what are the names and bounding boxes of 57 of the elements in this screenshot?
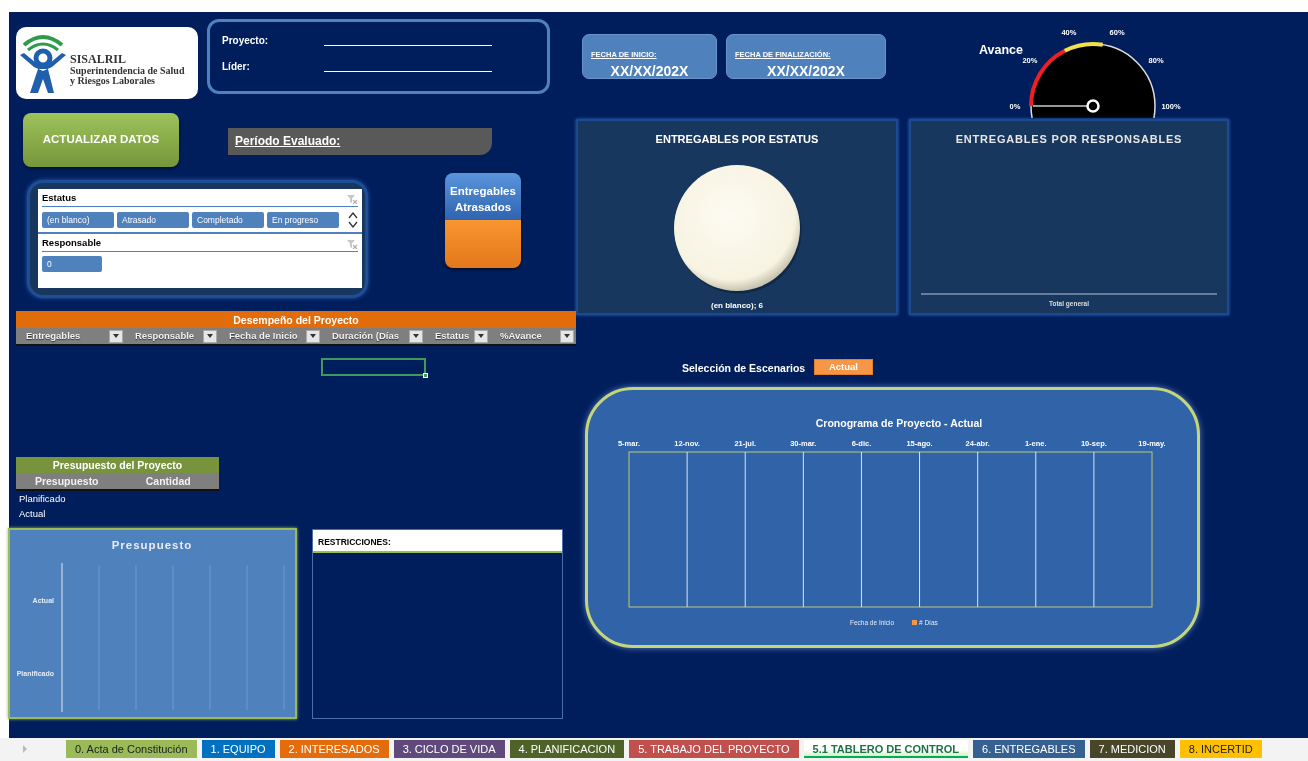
scroll-down-icon[interactable] bbox=[348, 220, 358, 229]
sheet-tab[interactable]: 1. EQUIPO bbox=[201, 740, 275, 758]
row-label: Actual bbox=[19, 507, 47, 521]
sheet-tab[interactable]: 7. MEDICION bbox=[1089, 740, 1175, 758]
date-value: XX/XX/202X bbox=[609, 64, 690, 80]
slicer-item[interactable]: Completado bbox=[192, 212, 264, 228]
column-header: Presupuesto bbox=[33, 474, 100, 489]
filter-dropdown-button[interactable] bbox=[203, 329, 217, 343]
slicer-item[interactable]: 0 bbox=[42, 256, 102, 272]
selected-cell[interactable] bbox=[321, 358, 426, 376]
filter-dropdown-button[interactable] bbox=[409, 329, 423, 343]
row-label: Planificado bbox=[19, 492, 67, 506]
sheet-tab[interactable]: 6. ENTREGABLES bbox=[973, 740, 1085, 758]
sheet-tab[interactable]: 4. PLANIFICACION bbox=[509, 740, 625, 758]
logo-text: Superintendencia de Salud bbox=[70, 65, 185, 77]
chart-title: ENTREGABLES POR RESPONSABLES bbox=[954, 132, 1184, 147]
chart-title: Cronograma de Proyecto - Actual bbox=[815, 417, 983, 429]
sheet-tab[interactable]: 8. INCERTID bbox=[1179, 740, 1262, 758]
data-label: (en blanco); 6 bbox=[711, 300, 763, 310]
column-header: Fecha de Inicio bbox=[228, 328, 298, 343]
slicer-title: Estatus bbox=[42, 191, 77, 206]
period-label: Período Evaluado: bbox=[235, 133, 341, 150]
update-data-button[interactable]: ACTUALIZAR DATOS bbox=[23, 113, 179, 167]
logo-text: y Riesgos Laborales bbox=[70, 76, 156, 87]
field-label: Líder: bbox=[222, 60, 251, 74]
slicer-item[interactable]: Atrasado bbox=[117, 212, 189, 228]
table-title: Desempeño del Proyecto bbox=[16, 311, 576, 328]
date-value: XX/XX/202X bbox=[766, 64, 846, 80]
column-header: Cantidad bbox=[144, 474, 192, 489]
slicer-item[interactable]: En progreso bbox=[267, 212, 339, 228]
late-deliverables-button[interactable]: Entregables Atrasados bbox=[445, 173, 521, 268]
panel-title: RESTRICCIONES: bbox=[318, 536, 391, 548]
scroll-up-icon[interactable] bbox=[348, 211, 358, 220]
column-header: Duración (Días bbox=[331, 328, 400, 343]
slicer-item[interactable]: (en blanco) bbox=[42, 212, 114, 228]
logo-name: SISALRIL bbox=[70, 53, 128, 66]
sheet-tab[interactable]: 5. TRABAJO DEL PROYECTO bbox=[629, 740, 799, 758]
filter-dropdown-button[interactable] bbox=[306, 329, 320, 343]
table-title: Presupuesto del Proyecto bbox=[16, 457, 219, 473]
column-header: %Avance bbox=[499, 328, 542, 343]
chart-title: Presupuesto bbox=[111, 539, 193, 551]
field-label: Proyecto: bbox=[222, 34, 270, 48]
filter-dropdown-button[interactable] bbox=[474, 329, 488, 343]
chart-title: ENTREGABLES POR ESTATUS bbox=[654, 132, 820, 147]
filter-dropdown-button[interactable] bbox=[109, 329, 123, 343]
sheet-tab[interactable]: 3. CICLO DE VIDA bbox=[393, 740, 505, 758]
column-header: Responsable bbox=[134, 328, 195, 343]
filter-dropdown-button[interactable] bbox=[560, 329, 574, 343]
sheet-tab[interactable]: 5.1 TABLERO DE CONTROL bbox=[803, 740, 968, 758]
column-header: Estatus bbox=[434, 328, 470, 343]
gauge-needle bbox=[1032, 99, 1100, 113]
sheet-tab[interactable]: 0. Acta de Constitución bbox=[66, 740, 197, 758]
slicer-title: Responsable bbox=[42, 236, 102, 251]
column-header: Entregables bbox=[25, 328, 81, 343]
gauge-title: Avance bbox=[979, 42, 1023, 58]
scenario-label: Selección de Escenarios bbox=[682, 361, 806, 376]
sheet-tab[interactable]: 2. INTERESADOS bbox=[279, 740, 389, 758]
